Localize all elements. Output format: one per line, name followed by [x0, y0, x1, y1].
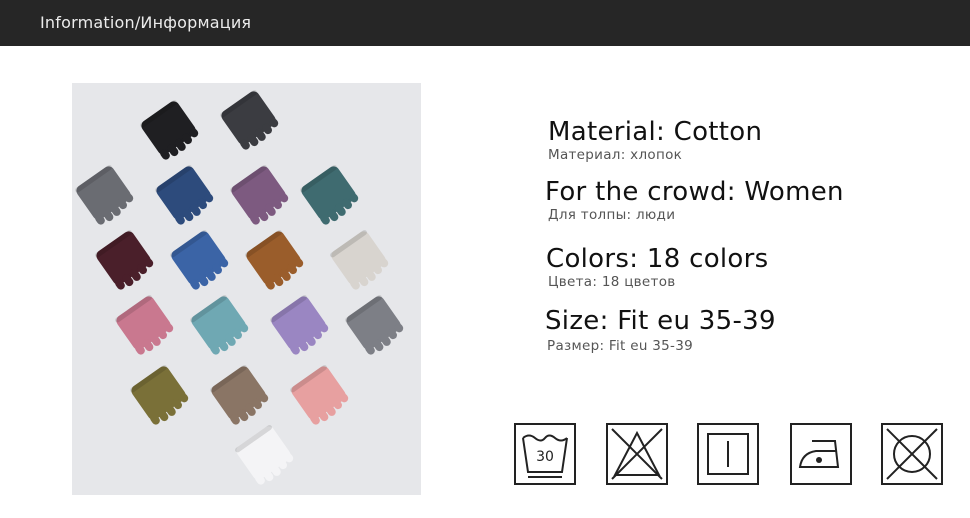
sock-9	[245, 230, 304, 290]
spec-material-label: Material: Cotton	[548, 117, 763, 147]
sock-11	[115, 295, 174, 355]
spec-size-label: Size: Fit eu 35-39	[545, 306, 776, 336]
sock-4	[155, 165, 214, 225]
sock-18	[235, 425, 294, 485]
sock-1	[140, 100, 199, 160]
sock-8	[170, 230, 229, 290]
sock-13	[270, 295, 329, 355]
socks-image	[75, 90, 404, 485]
spec-size: Size: Fit eu 35-39 Размер: Fit eu 35-39	[545, 306, 776, 354]
sock-10	[330, 230, 389, 290]
sock-7	[95, 230, 154, 290]
spec-size-sub: Размер: Fit eu 35-39	[547, 338, 693, 354]
spec-colors-label: Colors: 18 colors	[546, 244, 769, 274]
spec-crowd: For the crowd: Women Для толпы: люди	[545, 177, 844, 223]
sock-12	[190, 295, 249, 355]
sock-2	[220, 90, 279, 150]
sock-14	[345, 295, 404, 355]
sock-15	[130, 365, 189, 425]
sock-5	[230, 165, 289, 225]
sock-17	[290, 365, 349, 425]
spec-material: Material: Cotton Материал: хлопок	[548, 117, 762, 163]
spec-crowd-label: For the crowd: Women	[545, 177, 844, 207]
sock-3	[75, 165, 134, 225]
iron-low-heat-icon	[790, 423, 852, 485]
wash-30-icon: 30	[514, 423, 576, 485]
info-header-bar: Information/Информация	[0, 0, 970, 46]
spec-material-sub: Материал: хлопок	[548, 147, 683, 163]
do-not-bleach-icon	[606, 423, 668, 485]
spec-colors-sub: Цвета: 18 цветов	[548, 274, 676, 290]
sock-6	[300, 165, 359, 225]
sock-16	[210, 365, 269, 425]
spec-crowd-sub: Для толпы: люди	[548, 207, 676, 223]
dry-flat-icon	[697, 423, 759, 485]
wash-temp-label: 30	[536, 449, 554, 465]
spec-colors: Colors: 18 colors Цвета: 18 цветов	[546, 244, 768, 290]
product-photo-socks	[72, 83, 421, 495]
do-not-tumble-dry-icon	[881, 423, 943, 485]
header-title: Information/Информация	[40, 13, 252, 32]
